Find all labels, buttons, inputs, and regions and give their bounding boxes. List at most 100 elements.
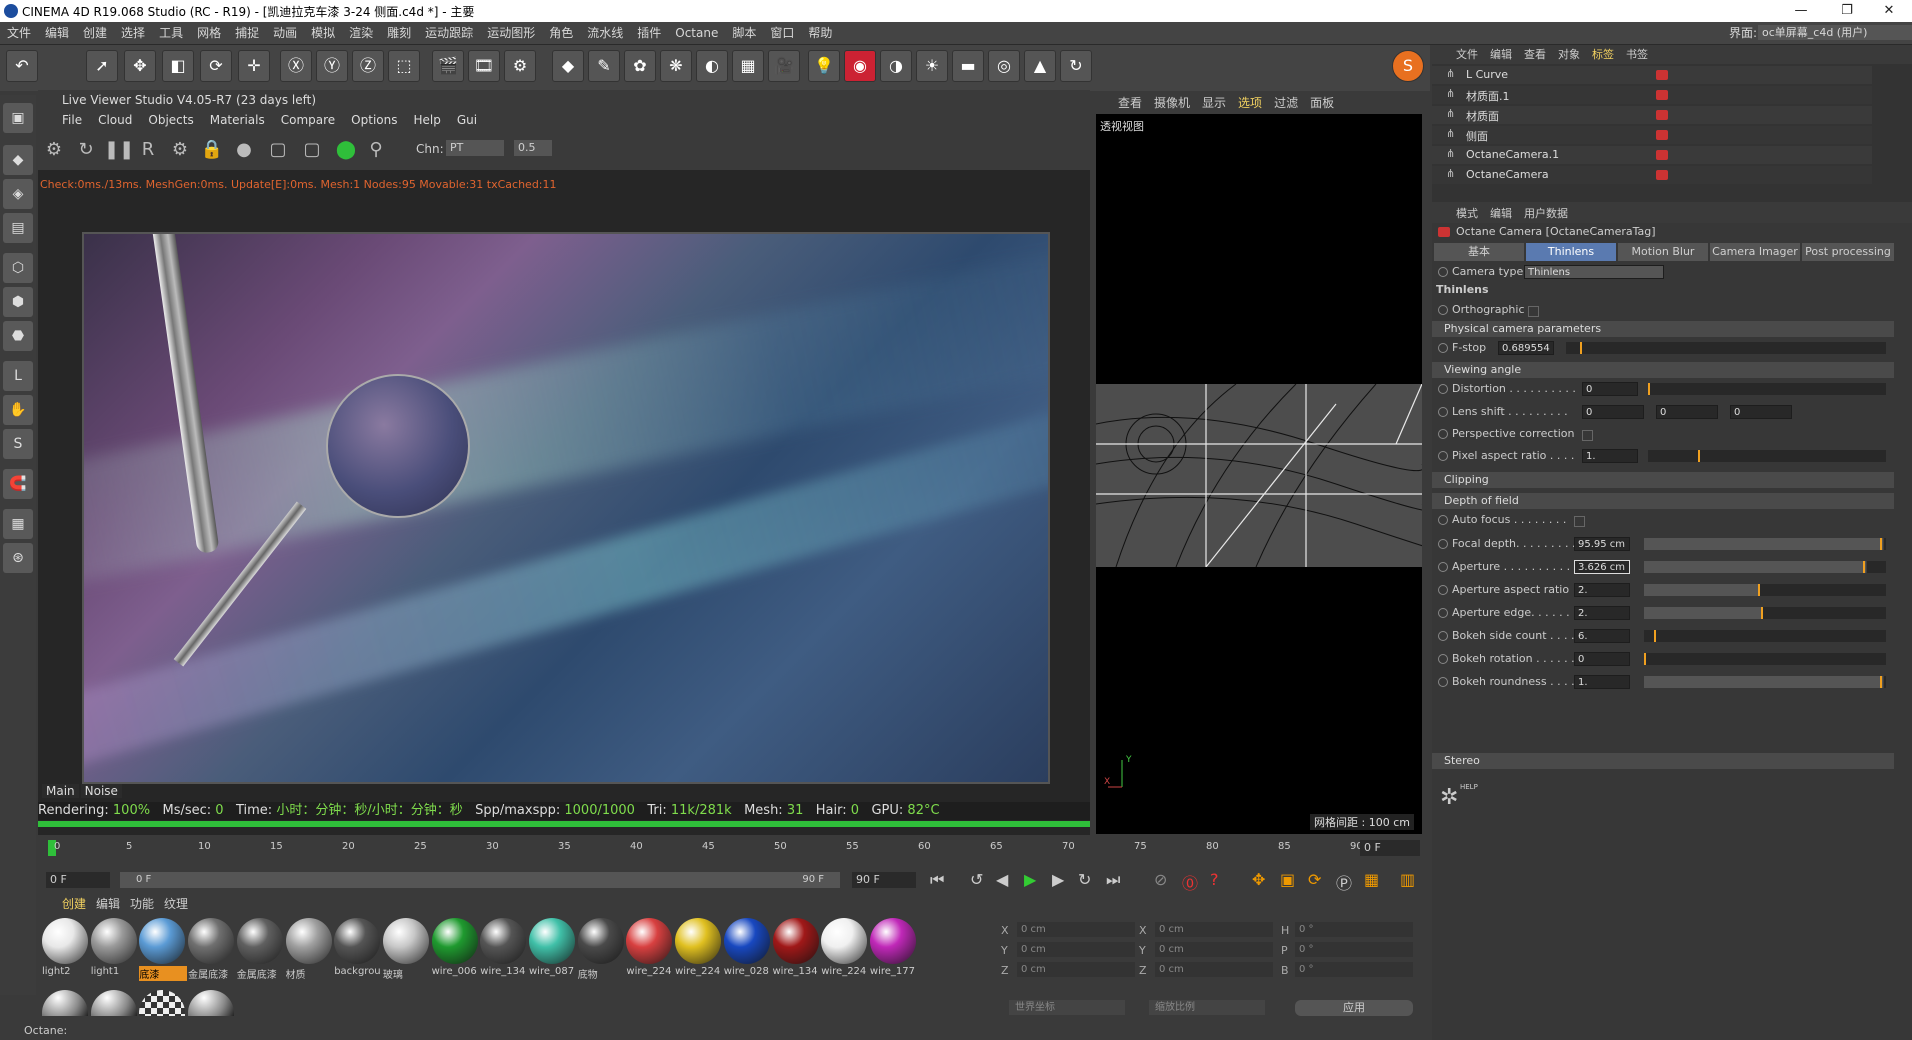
aperture-radio[interactable]	[1438, 562, 1448, 572]
octane-material-icon[interactable]: ◑	[880, 50, 912, 82]
coord-field[interactable]: 0 cm	[1017, 922, 1135, 937]
attr-menu-mode[interactable]: 模式	[1456, 207, 1478, 220]
fstop-field[interactable]: 0.689554	[1498, 341, 1554, 355]
material-swatch[interactable]	[334, 918, 381, 964]
obj-menu-edit[interactable]: 编辑	[1490, 48, 1512, 61]
obj-menu-tags[interactable]: 标签	[1592, 48, 1614, 61]
perspective-checkbox[interactable]	[1582, 430, 1593, 441]
stereo-section-header[interactable]: Stereo	[1432, 753, 1894, 769]
object-row[interactable]: ⋔ 材质面	[1432, 106, 1872, 124]
material-swatch[interactable]	[431, 918, 478, 964]
lv-menu-materials[interactable]: Materials	[202, 110, 273, 130]
menu-plugins[interactable]: 插件	[630, 22, 668, 44]
close-button[interactable]: ✕	[1866, 0, 1912, 22]
menu-create[interactable]: 创建	[76, 22, 114, 44]
camera-tag-icon[interactable]	[1656, 70, 1668, 80]
bokeh-roundness-radio[interactable]	[1438, 677, 1448, 687]
aperture-edge-field[interactable]: 2.	[1574, 606, 1630, 620]
key-help-icon[interactable]: ?	[1210, 870, 1219, 889]
sculpt-icon[interactable]: ⊛	[3, 543, 33, 573]
axis-mode-icon[interactable]: L	[3, 361, 33, 391]
end-frame-field[interactable]: 90 F	[852, 872, 916, 888]
play-icon[interactable]: ▶	[1024, 870, 1036, 889]
clipping-section-header[interactable]: Clipping	[1432, 472, 1894, 488]
key-param-icon[interactable]: Ⓟ	[1336, 870, 1352, 894]
object-row[interactable]: ⋔ 侧面	[1432, 126, 1872, 144]
key-scale-icon[interactable]: ▣	[1280, 870, 1295, 889]
restore-button[interactable]: ❐	[1824, 0, 1870, 22]
aperture-aspect-field[interactable]: 2.	[1574, 583, 1630, 597]
chn-select[interactable]: PT	[446, 140, 504, 156]
camera-icon[interactable]: 🎥	[768, 50, 800, 82]
material-ball-icon[interactable]: ●	[232, 138, 256, 162]
perspective-viewport[interactable]: 查看 摄像机 显示 选项 过滤 面板 透视视图 Y X	[1096, 92, 1422, 834]
timeline-ruler[interactable]: 0 5 10 15 20 25 30 35 40 45 50 55 60 65 70 75 80 85 90 0 F	[38, 838, 1422, 860]
key-pla-icon[interactable]: ▦	[1364, 870, 1379, 889]
grid-icon[interactable]: ▦	[3, 509, 33, 539]
send-scene-icon[interactable]: ⚙	[42, 138, 66, 162]
octane-sun-icon[interactable]: ☀	[916, 50, 948, 82]
menu-file[interactable]: 文件	[0, 22, 38, 44]
menu-octane[interactable]: Octane	[668, 22, 725, 44]
record-keys-icon[interactable]: ⊘	[1154, 870, 1167, 889]
material-swatch[interactable]	[480, 918, 527, 964]
floor-icon[interactable]: ▦	[732, 50, 764, 82]
vp-menu-camera[interactable]: 摄像机	[1148, 92, 1196, 114]
undo-icon[interactable]: ↶	[6, 50, 38, 82]
obj-menu-view[interactable]: 查看	[1524, 48, 1546, 61]
minimize-button[interactable]: —	[1778, 0, 1824, 22]
menu-sculpt[interactable]: 雕刻	[380, 22, 418, 44]
last-tool-icon[interactable]: ✛	[238, 50, 270, 82]
menu-pipeline[interactable]: 流水线	[580, 22, 630, 44]
tab-thinlens[interactable]: Thinlens	[1526, 243, 1616, 261]
tab-post-processing[interactable]: Post processing	[1802, 243, 1894, 261]
workplane-icon[interactable]: ▤	[3, 213, 33, 243]
orthographic-checkbox[interactable]	[1528, 306, 1539, 317]
focus-pick-icon[interactable]: ⬤	[334, 138, 358, 162]
focal-depth-slider[interactable]	[1644, 538, 1886, 550]
render-picture-viewer-icon[interactable]: 🎞	[468, 50, 500, 82]
dof-section-header[interactable]: Depth of field	[1432, 493, 1894, 509]
subdivision-icon[interactable]: ✿	[624, 50, 656, 82]
pixel-aspect-field[interactable]: 1.	[1582, 449, 1638, 463]
timeline-layout-icon[interactable]: ▥	[1400, 870, 1415, 889]
prev-frame-icon[interactable]: ◀	[996, 870, 1008, 889]
lv-menu-file[interactable]: File	[54, 110, 90, 130]
tab-main[interactable]: Main	[42, 784, 79, 798]
array-icon[interactable]: ❋	[660, 50, 692, 82]
coord-field[interactable]: 0 cm	[1017, 942, 1135, 957]
material-swatch[interactable]	[42, 990, 88, 1016]
material-swatch[interactable]	[626, 918, 673, 964]
auto-focus-checkbox[interactable]	[1574, 516, 1585, 527]
subsample-icon[interactable]: ▢	[300, 138, 324, 162]
pen-icon[interactable]: ✎	[588, 50, 620, 82]
camera-type-select[interactable]: Thinlens	[1524, 265, 1664, 279]
material-swatch[interactable]	[285, 918, 332, 964]
coord-field[interactable]: 0 °	[1295, 922, 1413, 937]
pixel-aspect-slider[interactable]	[1648, 450, 1886, 462]
coord-field[interactable]: 0 °	[1295, 942, 1413, 957]
cube-icon[interactable]: ◆	[552, 50, 584, 82]
material-swatch[interactable]	[188, 918, 235, 964]
fstop-slider[interactable]	[1566, 342, 1886, 354]
material-swatch[interactable]	[236, 918, 283, 964]
select-tool-icon[interactable]: ➚	[86, 50, 118, 82]
next-key-icon[interactable]: ↻	[1078, 870, 1091, 889]
octane-camera-icon[interactable]: ◉	[844, 50, 876, 82]
camera-tag-icon[interactable]	[1656, 150, 1668, 160]
aperture-aspect-slider[interactable]	[1644, 584, 1886, 596]
aperture-slider[interactable]	[1644, 561, 1886, 573]
interface-select[interactable]: oc单屏幕_c4d (用户)	[1758, 25, 1912, 40]
bokeh-rotation-slider[interactable]	[1644, 653, 1886, 665]
render-view-icon[interactable]: 🎬	[432, 50, 464, 82]
distortion-field[interactable]: 0	[1582, 382, 1638, 396]
scale-tool-icon[interactable]: ◧	[162, 50, 194, 82]
go-to-start-icon[interactable]: ⏮	[930, 870, 944, 890]
lv-menu-objects[interactable]: Objects	[140, 110, 201, 130]
lens-shift-y-field[interactable]: 0	[1656, 405, 1718, 419]
mat-menu-function[interactable]: 功能	[130, 897, 154, 911]
bokeh-rotation-radio[interactable]	[1438, 654, 1448, 664]
menu-edit[interactable]: 编辑	[38, 22, 76, 44]
pick-icon[interactable]: ⚲	[364, 138, 388, 162]
clay-mode-icon[interactable]: ▢	[266, 138, 290, 162]
